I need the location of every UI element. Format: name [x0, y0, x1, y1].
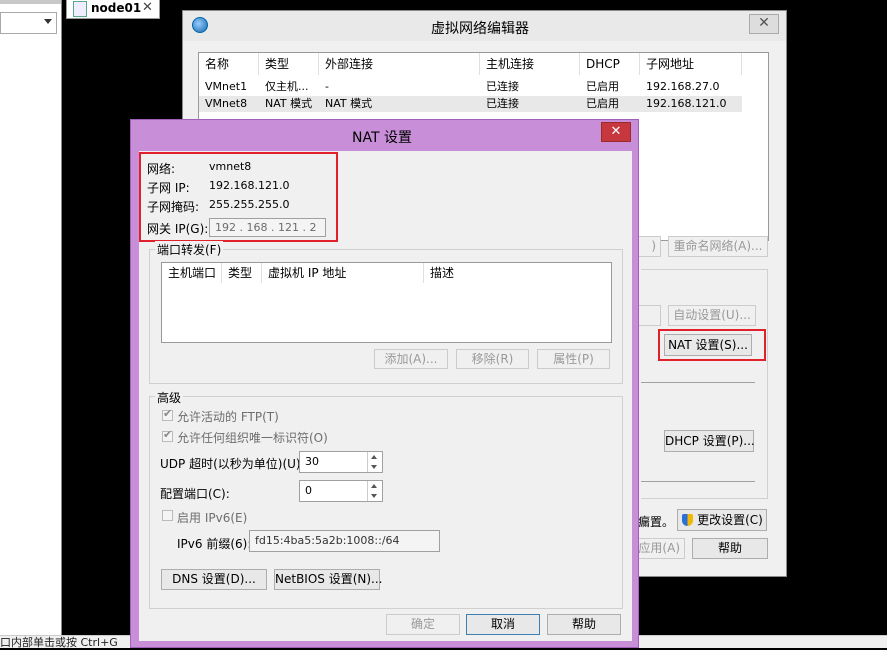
dns-settings-button[interactable]: DNS 设置(D)...	[161, 569, 267, 590]
remove-button[interactable]: 移除(R)	[456, 349, 529, 369]
col-host[interactable]: 主机连接	[480, 53, 580, 75]
col-host-port[interactable]: 主机端口	[162, 263, 222, 283]
nat-title: NAT 设置	[352, 130, 412, 146]
spin-buttons[interactable]	[367, 452, 382, 472]
chevron-down-icon[interactable]	[371, 465, 377, 469]
vne-close-button[interactable]: ✕	[749, 14, 779, 34]
cell: 已连接	[486, 97, 519, 110]
admin-notice-text: 瘺置。	[638, 515, 675, 529]
enable-ipv6-label: 启用 IPv6(E)	[177, 511, 248, 525]
col-dhcp[interactable]: DHCP	[580, 53, 640, 75]
udp-timeout-value: 30	[305, 455, 319, 468]
change-settings-label: 更改设置(C)	[697, 513, 763, 527]
cell: NAT 模式	[325, 97, 373, 110]
col-type[interactable]: 类型	[259, 53, 319, 75]
cancel-button[interactable]: 取消	[466, 614, 540, 635]
chevron-up-icon[interactable]	[371, 455, 377, 459]
enable-ipv6-checkbox[interactable]	[162, 510, 173, 521]
config-port-stepper[interactable]: 0	[299, 480, 383, 502]
nat-settings-dialog: NAT 设置 ✕ 网络: vmnet8 子网 IP: 192.168.121.0…	[130, 119, 639, 648]
shield-icon	[682, 514, 693, 526]
nat-help-button[interactable]: 帮助	[547, 614, 621, 635]
auto-settings-button[interactable]: 自动设置(U)...	[668, 305, 756, 326]
allow-ftp-checkbox[interactable]: ✔	[162, 407, 173, 421]
cell: 192.168.27.0	[646, 80, 720, 93]
config-port-label: 配置端口(C):	[160, 487, 230, 501]
cell: 已启用	[586, 97, 619, 110]
allow-ftp-label: 允许活动的 FTP(T)	[177, 410, 279, 424]
cell: VMnet8	[205, 97, 248, 110]
vm-icon	[73, 1, 87, 17]
cell: NAT 模式	[265, 97, 313, 110]
divider	[641, 481, 755, 482]
status-text: 口内部单击或按 Ctrl+G	[0, 636, 118, 649]
spin-buttons[interactable]	[367, 481, 382, 501]
dhcp-settings-button[interactable]: DHCP 设置(P)...	[664, 430, 755, 452]
nat-body: 网络: vmnet8 子网 IP: 192.168.121.0 子网掩码: 25…	[139, 151, 632, 641]
ok-button[interactable]: 确定	[386, 614, 460, 635]
tab-node01[interactable]: node01 ✕	[66, 0, 160, 19]
highlight-box-network-info	[139, 152, 338, 242]
ipv6-prefix-label: IPv6 前缀(6):	[177, 537, 252, 551]
vne-titlebar: 虚拟网络编辑器 ✕	[183, 11, 786, 41]
netbios-settings-button[interactable]: NetBIOS 设置(N)...	[274, 569, 383, 590]
cell: -	[325, 80, 329, 93]
properties-button[interactable]: 属性(P)	[537, 349, 610, 369]
col-name[interactable]: 名称	[199, 53, 259, 75]
allow-oui-checkbox[interactable]: ✔	[162, 428, 173, 442]
divider	[641, 382, 755, 383]
col-type[interactable]: 类型	[222, 263, 262, 283]
cell: 192.168.121.0	[646, 97, 727, 110]
add-button[interactable]: 添加(A)...	[374, 349, 448, 369]
chevron-down-icon[interactable]	[371, 494, 377, 498]
cell: 已连接	[486, 80, 519, 93]
host-dropdown[interactable]	[0, 12, 57, 34]
host-toolbar-strip	[0, 0, 61, 4]
change-settings-button[interactable]: 更改设置(C)	[677, 509, 767, 531]
tab-label: node01	[91, 1, 142, 15]
chevron-down-icon	[44, 19, 52, 24]
cell: 已启用	[586, 80, 619, 93]
col-description[interactable]: 描述	[424, 263, 610, 283]
port-forward-table[interactable]: 主机端口 类型 虚拟机 IP 地址 描述	[161, 262, 612, 343]
check-icon: ✔	[163, 407, 173, 420]
col-vm-ip[interactable]: 虚拟机 IP 地址	[262, 263, 424, 283]
allow-oui-label: 允许任何组织唯一标识符(O)	[177, 431, 328, 445]
vne-title: 虚拟网络编辑器	[431, 21, 529, 37]
rename-network-button[interactable]: 重命名网络(A)...	[668, 236, 768, 257]
network-globe-icon	[192, 17, 208, 33]
col-external[interactable]: 外部连接	[319, 53, 480, 75]
vmnet-info-group	[641, 269, 768, 499]
ipv6-prefix-field[interactable]: fd15:4ba5:5a2b:1008::/64	[249, 530, 440, 552]
nat-close-button[interactable]: ✕	[601, 122, 631, 142]
col-subnet[interactable]: 子网地址	[640, 53, 742, 75]
advanced-label: 高级	[155, 389, 184, 406]
vne-help-button[interactable]: 帮助	[692, 538, 768, 559]
chevron-up-icon[interactable]	[371, 484, 377, 488]
close-icon[interactable]: ✕	[142, 0, 153, 15]
host-left-panel	[0, 0, 62, 635]
config-port-value: 0	[305, 484, 312, 497]
highlight-box-nat-button	[658, 329, 766, 361]
cell: 仅主机...	[265, 80, 309, 93]
cell: VMnet1	[205, 80, 248, 93]
udp-timeout-stepper[interactable]: 30	[299, 451, 383, 473]
nat-titlebar: NAT 设置 ✕	[131, 120, 638, 149]
udp-timeout-label: UDP 超时(以秒为单位)(U):	[160, 457, 305, 471]
check-icon: ✔	[163, 428, 173, 441]
port-forwarding-label: 端口转发(F)	[155, 241, 224, 258]
